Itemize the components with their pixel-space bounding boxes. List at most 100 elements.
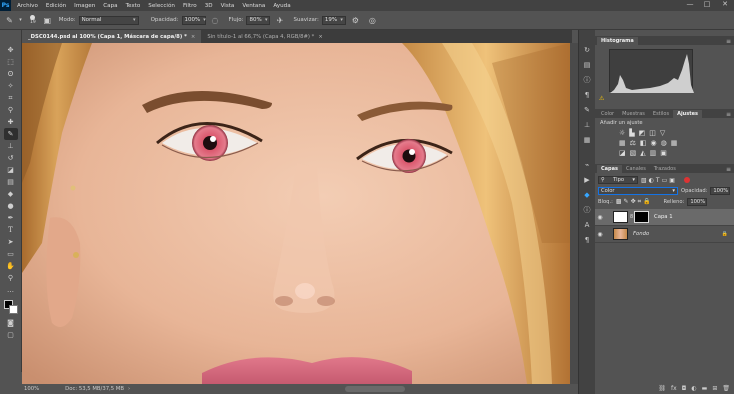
screen-mode-icon[interactable]: ▢ [4, 329, 18, 341]
tab-capas[interactable]: Capas [597, 165, 622, 173]
tab-dsc0144[interactable]: _DSC0144.psd al 100% (Capa 1, Máscara de… [22, 30, 202, 43]
tab-color[interactable]: Color [597, 110, 618, 118]
new-layer-icon[interactable]: ⊞ [712, 385, 717, 392]
panel-menu-icon[interactable]: ≡ [726, 166, 731, 173]
info-icon[interactable]: ⓘ [581, 74, 593, 86]
path-selection-tool-icon[interactable]: ➤ [4, 236, 18, 248]
info-icon[interactable]: ⓘ [581, 204, 593, 216]
brush-settings-icon[interactable]: ✎ [581, 104, 593, 116]
close-window-button[interactable]: ✕ [718, 0, 732, 8]
paths-icon[interactable]: ⌁ [581, 159, 593, 171]
brush-tool-icon[interactable]: ✎ [4, 15, 15, 26]
hand-tool-icon[interactable]: ✋ [4, 260, 18, 272]
quick-mask-icon[interactable]: ◙ [4, 317, 18, 329]
filter-toggle-icon[interactable] [683, 177, 690, 183]
brush-settings-icon[interactable]: ▣ [42, 15, 53, 26]
clone-stamp-tool-icon[interactable]: ⊥ [4, 140, 18, 152]
gradient-map-icon[interactable]: ▥ [650, 149, 657, 157]
vertical-scrollbar[interactable] [570, 43, 578, 384]
tab-sin-titulo[interactable]: Sin título-1 al 66,7% (Capa 4, RGB/8#) *… [201, 30, 328, 43]
panel-menu-icon[interactable]: ≡ [726, 38, 731, 45]
crop-tool-icon[interactable]: ⌗ [4, 92, 18, 104]
add-mask-icon[interactable]: ◘ [682, 385, 687, 392]
quick-selection-tool-icon[interactable]: ✧ [4, 80, 18, 92]
selective-color-icon[interactable]: ▣ [660, 149, 667, 157]
levels-icon[interactable]: ▙ [629, 129, 634, 137]
gradient-tool-icon[interactable]: ▤ [4, 176, 18, 188]
menu-capa[interactable]: Capa [103, 3, 117, 9]
color-balance-icon[interactable]: ⚖ [630, 139, 636, 147]
pen-tool-icon[interactable]: ✒ [4, 212, 18, 224]
invert-icon[interactable]: ◪ [619, 149, 626, 157]
healing-brush-tool-icon[interactable]: ✚ [4, 116, 18, 128]
layer-name[interactable]: Fondo [633, 231, 649, 237]
color-lookup-icon[interactable]: ◆ [581, 189, 593, 201]
layer-thumbnail[interactable] [613, 211, 628, 223]
link-layers-icon[interactable]: ⛓ [658, 385, 666, 392]
layer-filter-select[interactable]: ⚲ Tipo ▾ [598, 176, 638, 184]
menu-edicion[interactable]: Edición [46, 3, 66, 9]
marquee-tool-icon[interactable]: ⬚ [4, 56, 18, 68]
menu-3d[interactable]: 3D [205, 3, 213, 9]
zoom-level[interactable]: 100% [24, 386, 39, 392]
tab-estilos[interactable]: Estilos [649, 110, 673, 118]
move-tool-icon[interactable]: ✥ [4, 44, 18, 56]
brightness-icon[interactable]: ☼ [619, 129, 625, 137]
close-icon[interactable]: × [318, 34, 322, 40]
history-icon[interactable]: ↻ [581, 44, 593, 56]
menu-vista[interactable]: Vista [221, 3, 235, 9]
horizontal-scrollbar[interactable] [345, 386, 405, 392]
tab-trazados[interactable]: Trazados [650, 165, 680, 173]
black-white-icon[interactable]: ◧ [640, 139, 647, 147]
menu-seleccion[interactable]: Selección [148, 3, 175, 9]
menu-filtro[interactable]: Filtro [183, 3, 197, 9]
photo-filter-icon[interactable]: ◉ [651, 139, 657, 147]
paragraph-icon[interactable]: ¶ [581, 234, 593, 246]
layer-name[interactable]: Capa 1 [654, 214, 673, 220]
pressure-opacity-icon[interactable]: ◌ [210, 15, 221, 26]
exposure-icon[interactable]: ◫ [649, 129, 656, 137]
paragraph-icon[interactable]: ¶ [581, 89, 593, 101]
layer-row-capa-1[interactable]: ◉ 8 Capa 1 [595, 209, 734, 226]
menu-ventana[interactable]: Ventana [242, 3, 265, 9]
airbrush-icon[interactable]: ✈ [274, 15, 285, 26]
pressure-size-icon[interactable]: ◎ [367, 15, 378, 26]
more-tools-icon[interactable]: … [4, 284, 18, 296]
layer-thumbnail[interactable] [613, 228, 628, 240]
eraser-tool-icon[interactable]: ◪ [4, 164, 18, 176]
fill-field[interactable]: 100% [687, 198, 708, 206]
color-lookup-icon[interactable]: ▦ [671, 139, 678, 147]
menu-archivo[interactable]: Archivo [17, 3, 38, 9]
eyedropper-tool-icon[interactable]: ⚲ [4, 104, 18, 116]
brush-tool-icon[interactable]: ✎ [3, 128, 18, 140]
tab-ajustes[interactable]: Ajustes [673, 110, 702, 118]
history-brush-tool-icon[interactable]: ↺ [4, 152, 18, 164]
tab-canales[interactable]: Canales [622, 165, 650, 173]
lasso-tool-icon[interactable]: ʘ [4, 68, 18, 80]
threshold-icon[interactable]: ◭ [640, 149, 645, 157]
layer-opacity-field[interactable]: 100% [710, 187, 731, 195]
eye-icon[interactable]: ◉ [595, 214, 605, 221]
chevron-down-icon[interactable]: ▾ [15, 15, 26, 26]
actions-icon[interactable]: ▶ [581, 174, 593, 186]
type-tool-icon[interactable]: T [4, 224, 18, 236]
layer-mask-thumbnail[interactable] [634, 211, 649, 223]
lock-icons[interactable]: ▩✎✥⌗🔒 [616, 198, 653, 206]
tab-histogram[interactable]: Histograma [597, 37, 638, 45]
clone-source-icon[interactable]: ⊥ [581, 119, 593, 131]
eye-icon[interactable]: ◉ [595, 231, 605, 238]
posterize-icon[interactable]: ▧ [630, 149, 637, 157]
channel-mixer-icon[interactable]: ◍ [661, 139, 667, 147]
document-canvas[interactable] [22, 43, 570, 384]
opacity-field[interactable]: 100% ▾ [181, 15, 206, 25]
new-adjustment-icon[interactable]: ◐ [691, 385, 696, 392]
hue-saturation-icon[interactable]: ▦ [619, 139, 626, 147]
dodge-tool-icon[interactable]: ● [4, 200, 18, 212]
blur-tool-icon[interactable]: ◆ [4, 188, 18, 200]
new-group-icon[interactable]: ▬ [702, 385, 708, 392]
zoom-tool-icon[interactable]: ⚲ [4, 272, 18, 284]
close-icon[interactable]: × [191, 34, 195, 40]
blend-mode-select[interactable]: Color ▾ [598, 187, 678, 195]
flow-field[interactable]: 80% ▾ [246, 15, 271, 25]
background-color-swatch[interactable] [8, 305, 18, 314]
